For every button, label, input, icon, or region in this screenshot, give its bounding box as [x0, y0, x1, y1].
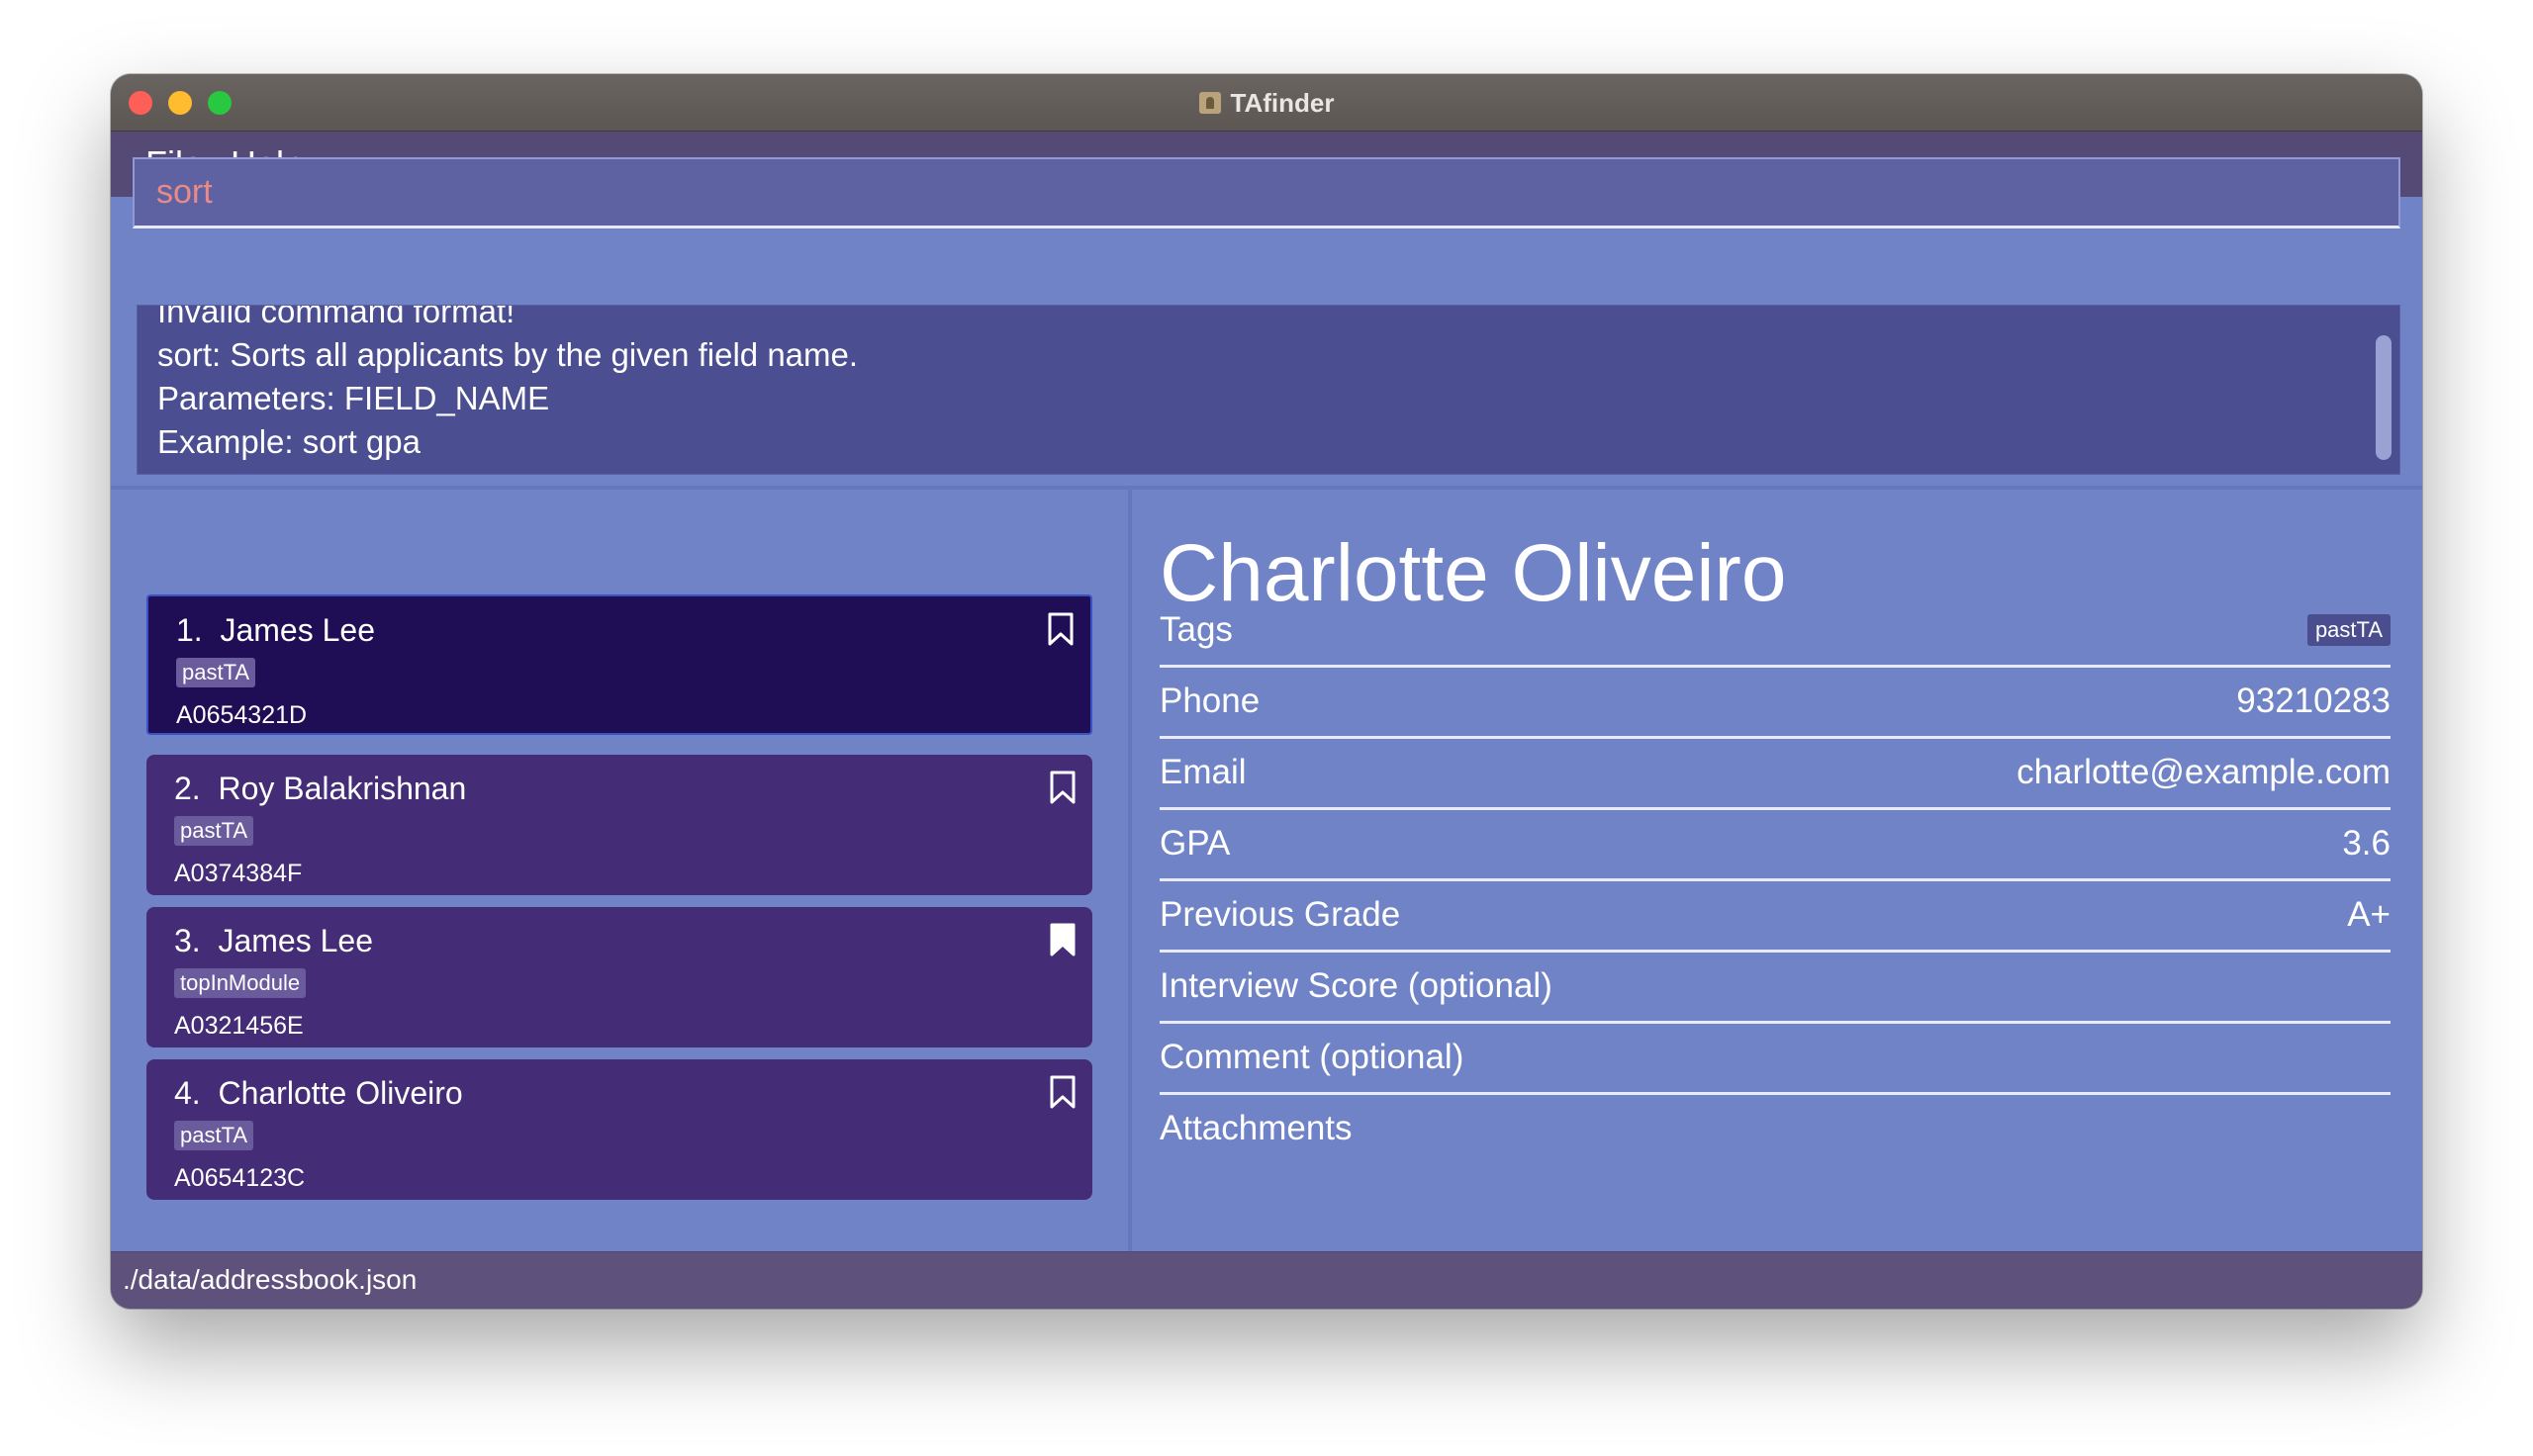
applicant-card[interactable]: 1. James Lee pastTA A0654321D — [146, 594, 1092, 735]
detail-row-tags: Tags pastTA — [1160, 596, 2391, 668]
phone-label: Phone — [1160, 682, 1261, 720]
applicant-card[interactable]: 4. Charlotte Oliveiro pastTA A0654123C — [146, 1059, 1092, 1200]
detail-row-interview: Interview Score (optional) — [1160, 953, 2391, 1024]
applicant-detail: Charlotte Oliveiro Tags pastTA Phone 932… — [1132, 490, 2422, 1251]
result-display[interactable]: Invalid command format! sort: Sorts all … — [137, 305, 2400, 475]
applicant-tag: pastTA — [176, 658, 256, 687]
applicant-name: 2. Roy Balakrishnan — [174, 771, 467, 806]
attachments-label: Attachments — [1160, 1109, 1353, 1147]
detail-row-grade: Previous Grade A+ — [1160, 881, 2391, 953]
gpa-label: GPA — [1160, 824, 1231, 863]
command-input[interactable] — [133, 157, 2400, 228]
applicant-card[interactable]: 2. Roy Balakrishnan pastTA A0374384F — [146, 755, 1092, 895]
applicant-id: A0321456E — [174, 1012, 304, 1040]
bookmark-icon[interactable] — [1049, 1075, 1077, 1109]
detail-row-comment: Comment (optional) — [1160, 1024, 2391, 1095]
applicant-id: A0654123C — [174, 1164, 306, 1192]
gpa-value: 3.6 — [2342, 824, 2391, 863]
applicant-card[interactable]: 3. James Lee topInModule A0321456E — [146, 907, 1092, 1047]
grade-value: A+ — [2347, 895, 2391, 934]
phone-value: 93210283 — [2236, 682, 2391, 720]
detail-tag: pastTA — [2306, 614, 2391, 646]
applicant-tag: pastTA — [174, 816, 254, 846]
comment-label: Comment (optional) — [1160, 1038, 1464, 1076]
bookmark-icon[interactable] — [1049, 771, 1077, 804]
applicant-id: A0654321D — [176, 701, 308, 729]
applicant-name: 1. James Lee — [176, 612, 375, 648]
interview-label: Interview Score (optional) — [1160, 966, 1552, 1005]
window-title: TAfinder — [1230, 87, 1335, 118]
status-bar: ./data/addressbook.json — [111, 1251, 2422, 1309]
file-path: ./data/addressbook.json — [123, 1264, 418, 1295]
applicant-list: 1. James Lee pastTA A0654321D 2. Roy Bal… — [111, 490, 1128, 1251]
detail-row-phone: Phone 93210283 — [1160, 668, 2391, 739]
applicant-name: 3. James Lee — [174, 923, 373, 958]
detail-row-gpa: GPA 3.6 — [1160, 810, 2391, 881]
title-container: TAfinder — [111, 74, 2422, 132]
applicant-name: 4. Charlotte Oliveiro — [174, 1075, 463, 1111]
bookmark-icon[interactable] — [1047, 612, 1075, 646]
app-window: TAfinder File Help Invalid command forma… — [111, 74, 2422, 1309]
applicant-id: A0374384F — [174, 860, 303, 887]
result-scrollbar[interactable] — [2368, 306, 2399, 474]
title-bar: TAfinder — [111, 74, 2422, 132]
grade-label: Previous Grade — [1160, 895, 1401, 934]
applicant-tag: pastTA — [174, 1121, 254, 1150]
email-value: charlotte@example.com — [2017, 753, 2391, 791]
app-icon — [1198, 92, 1221, 114]
bookmark-filled-icon[interactable] — [1049, 923, 1077, 956]
applicant-tag: topInModule — [174, 968, 307, 998]
tags-label: Tags — [1160, 610, 1233, 649]
email-label: Email — [1160, 753, 1247, 791]
result-scrollbar-thumb[interactable] — [2376, 335, 2392, 460]
detail-row-attachments: Attachments — [1160, 1095, 2391, 1166]
detail-row-email: Email charlotte@example.com — [1160, 739, 2391, 810]
result-text: Invalid command format! sort: Sorts all … — [157, 305, 859, 460]
